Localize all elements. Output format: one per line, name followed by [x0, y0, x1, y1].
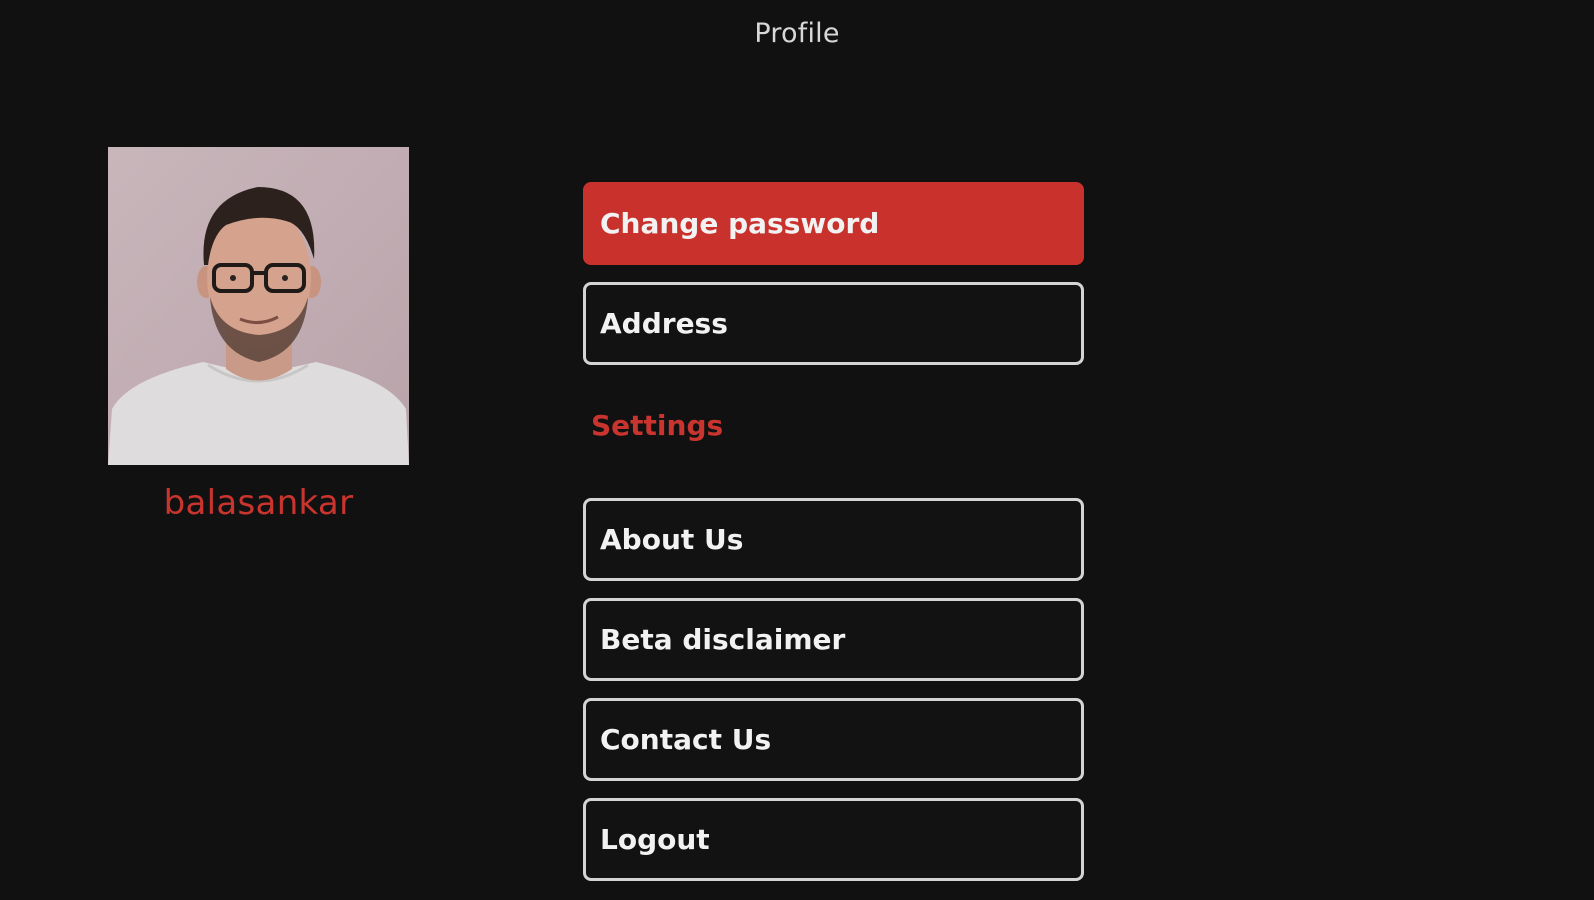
user-photo-icon — [108, 147, 409, 465]
contact-us-button[interactable]: Contact Us — [583, 698, 1084, 781]
settings-heading: Settings — [591, 409, 724, 442]
avatar — [108, 147, 409, 465]
logout-button[interactable]: Logout — [583, 798, 1084, 881]
beta-disclaimer-button[interactable]: Beta disclaimer — [583, 598, 1084, 681]
address-button[interactable]: Address — [583, 282, 1084, 365]
username: balasankar — [163, 483, 354, 523]
page-title: Profile — [754, 18, 840, 49]
about-us-button[interactable]: About Us — [583, 498, 1084, 581]
change-password-button[interactable]: Change password — [583, 182, 1084, 265]
